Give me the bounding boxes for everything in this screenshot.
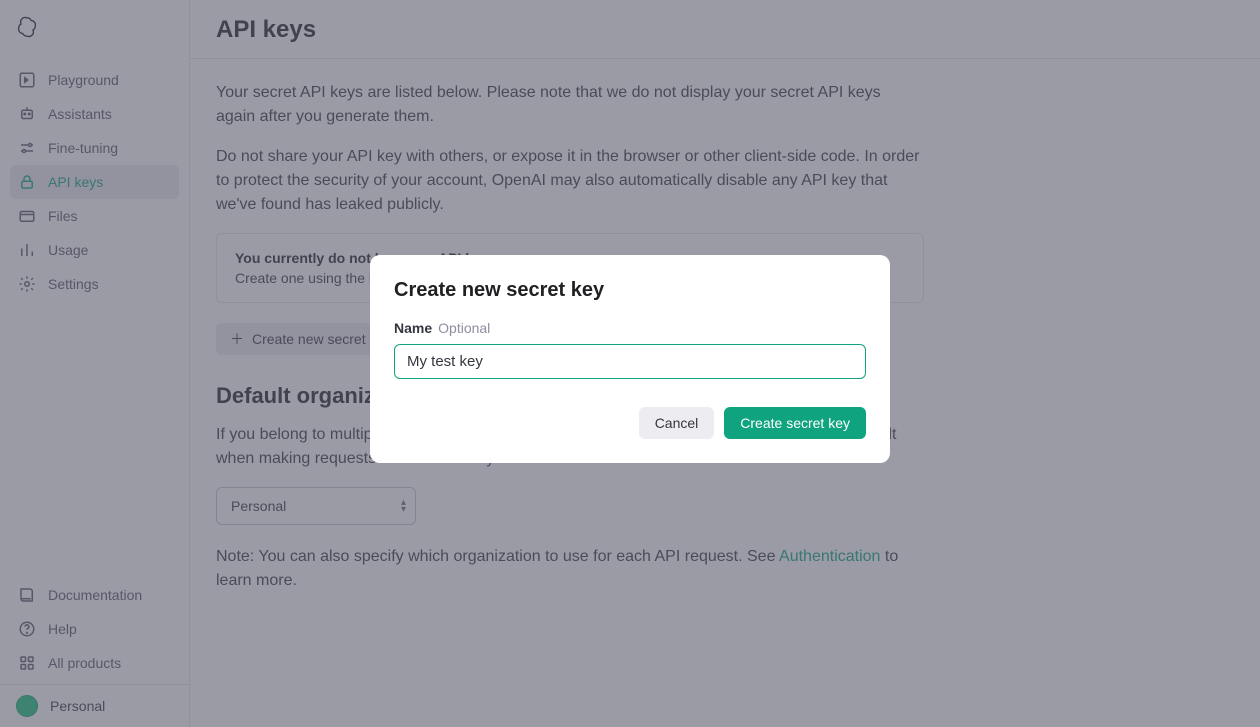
- optional-label: Optional: [438, 320, 490, 336]
- create-key-modal: Create new secret key Name Optional Canc…: [370, 255, 890, 463]
- field-labels: Name Optional: [394, 320, 866, 336]
- key-name-input[interactable]: [394, 344, 866, 379]
- name-label: Name: [394, 320, 432, 336]
- modal-overlay[interactable]: Create new secret key Name Optional Canc…: [0, 0, 1260, 727]
- modal-actions: Cancel Create secret key: [394, 407, 866, 439]
- cancel-button[interactable]: Cancel: [639, 407, 715, 439]
- create-secret-key-submit[interactable]: Create secret key: [724, 407, 866, 439]
- modal-title: Create new secret key: [394, 279, 866, 302]
